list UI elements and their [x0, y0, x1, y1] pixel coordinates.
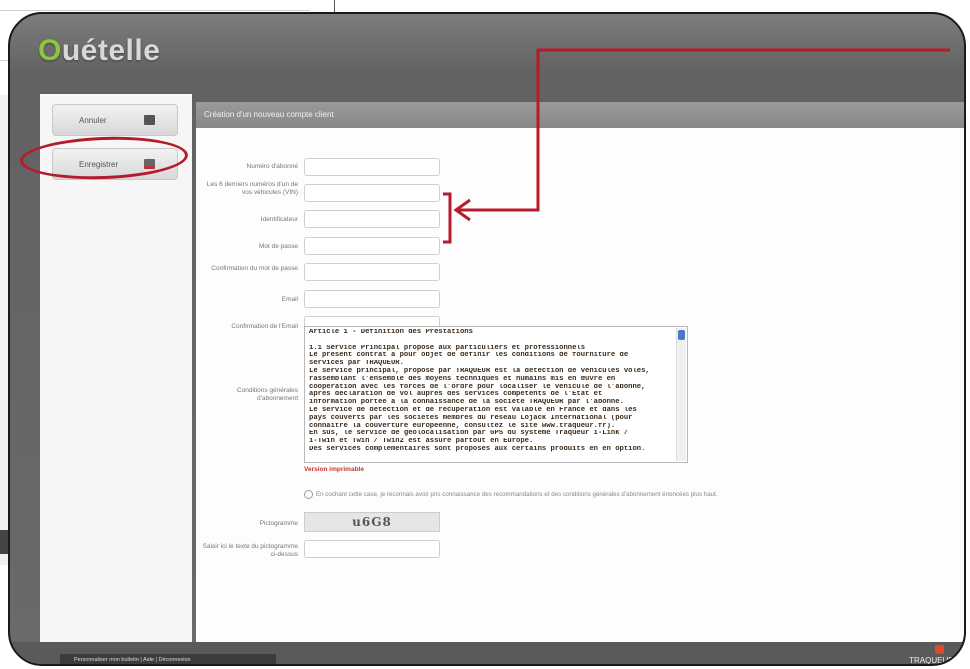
- annotation-bracket: [443, 192, 452, 244]
- annotation-arrow: [443, 48, 950, 244]
- arrow-line: [458, 48, 950, 212]
